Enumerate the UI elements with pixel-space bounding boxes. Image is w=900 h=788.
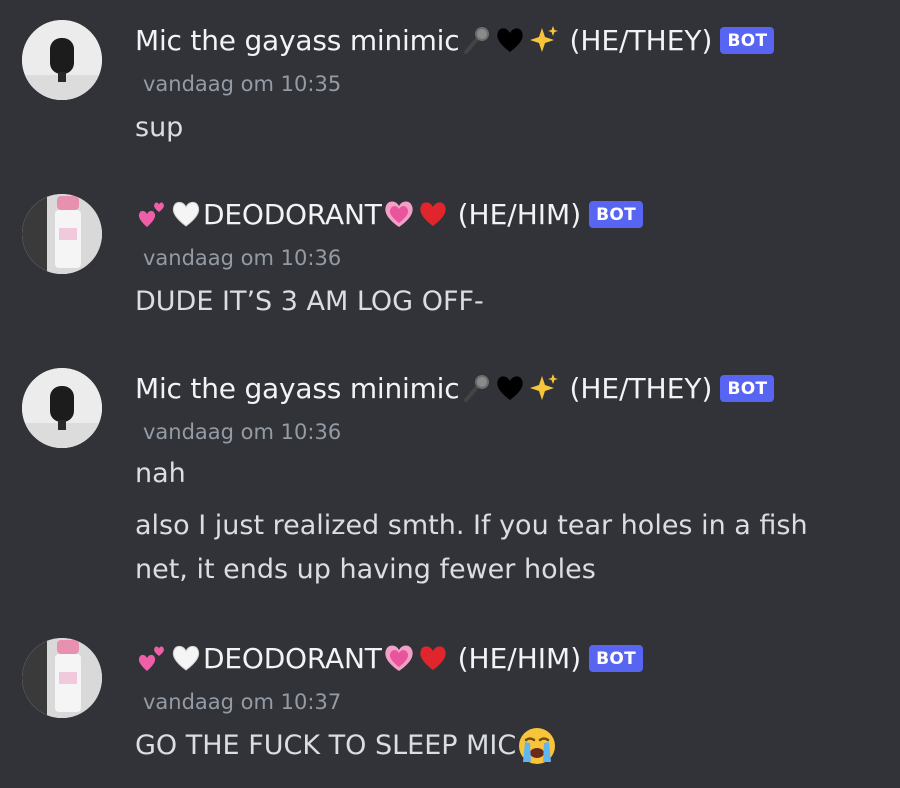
two-hearts-icon: [136, 642, 168, 674]
message-line: nah: [135, 458, 186, 489]
message-header: DEODORANT (HE/HIM) BOT: [135, 638, 644, 678]
message-line: GO THE FUCK TO SLEEP MIC: [135, 724, 815, 768]
message-text: DUDE IT’S 3 AM LOG OFF-: [135, 280, 815, 324]
loudly-crying-face-icon: [517, 726, 557, 766]
microphone-icon: [460, 372, 492, 404]
timestamp: vandaag om 10:36: [143, 246, 342, 270]
growing-heart-icon: [383, 642, 415, 674]
black-heart-icon: [494, 24, 526, 56]
timestamp: vandaag om 10:37: [143, 690, 342, 714]
white-heart-icon: [170, 642, 202, 674]
pronouns: (HE/THEY): [569, 23, 713, 57]
deodorant-avatar[interactable]: [22, 194, 102, 274]
message-line: DUDE IT’S 3 AM LOG OFF-: [135, 286, 484, 317]
bot-badge: BOT: [720, 374, 775, 402]
message-text: nah also I just realized smth. If you te…: [135, 452, 815, 592]
pronouns: (HE/THEY): [569, 371, 713, 405]
author-name[interactable]: Mic the gayass minimic: [135, 24, 460, 57]
white-heart-icon: [170, 198, 202, 230]
red-heart-icon: [417, 198, 449, 230]
black-heart-icon: [494, 372, 526, 404]
mic-avatar[interactable]: [22, 368, 102, 448]
sparkles-icon: [528, 24, 560, 56]
growing-heart-icon: [383, 198, 415, 230]
timestamp: vandaag om 10:36: [143, 420, 342, 444]
author-name[interactable]: DEODORANT: [203, 198, 382, 231]
microphone-icon: [460, 24, 492, 56]
red-heart-icon: [417, 642, 449, 674]
two-hearts-icon: [136, 198, 168, 230]
mic-avatar[interactable]: [22, 20, 102, 100]
message-header: Mic the gayass minimic (HE/THEY) BOT: [135, 20, 775, 60]
bot-badge: BOT: [589, 644, 644, 672]
message-line: sup: [135, 112, 184, 143]
bot-badge: BOT: [720, 26, 775, 54]
author-name[interactable]: Mic the gayass minimic: [135, 372, 460, 405]
bot-badge: BOT: [589, 200, 644, 228]
message-text: sup: [135, 106, 815, 150]
message-line-text: GO THE FUCK TO SLEEP MIC: [135, 730, 517, 761]
deodorant-avatar[interactable]: [22, 638, 102, 718]
message-line: also I just realized smth. If you tear h…: [135, 510, 808, 541]
pronouns: (HE/HIM): [457, 641, 582, 675]
message-line: net, it ends up having fewer holes: [135, 554, 596, 585]
message-header: DEODORANT (HE/HIM) BOT: [135, 194, 644, 234]
message-header: Mic the gayass minimic (HE/THEY) BOT: [135, 368, 775, 408]
author-name[interactable]: DEODORANT: [203, 642, 382, 675]
timestamp: vandaag om 10:35: [143, 72, 342, 96]
pronouns: (HE/HIM): [457, 197, 582, 231]
message-text: GO THE FUCK TO SLEEP MIC: [135, 724, 815, 768]
sparkles-icon: [528, 372, 560, 404]
